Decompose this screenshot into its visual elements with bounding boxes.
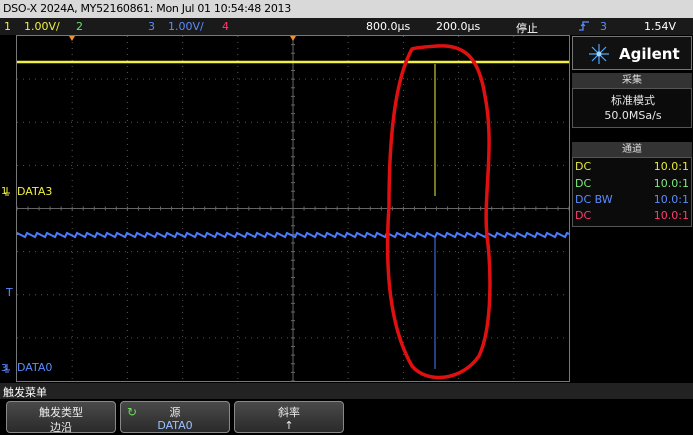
ch1-scale[interactable]: 1.00V/ <box>24 20 60 33</box>
status-bar: 1 1.00V/ 2 3 1.00V/ 4 800.0µs 200.0µs 停止… <box>0 18 693 35</box>
softkey-bar: 触发类型 边沿 ↻ 源 DATA0 斜率 ↑ <box>0 399 693 435</box>
waveform-display[interactable] <box>15 35 570 382</box>
trigger-position-marker <box>69 36 75 41</box>
softkey-source[interactable]: ↻ 源 DATA0 <box>120 401 230 433</box>
channel-row-4: DC 10.0:1 <box>575 209 689 222</box>
title-bar: DSO-X 2024A, MY52160861: Mon Jul 01 10:5… <box>0 0 693 18</box>
ch4-number[interactable]: 4 <box>222 20 229 33</box>
horizontal-delay[interactable]: 200.0µs <box>436 20 480 33</box>
trigger-edge-icon <box>578 20 590 35</box>
acquisition-box[interactable]: 标准模式 50.0MSa/s <box>572 88 692 128</box>
window-title: DSO-X 2024A, MY52160861: Mon Jul 01 10:5… <box>3 2 291 15</box>
ch2-number[interactable]: 2 <box>76 20 83 33</box>
trigger-level-marker[interactable]: T <box>6 286 13 299</box>
menu-title: 触发菜单 <box>3 386 47 399</box>
acquisition-header: 采集 <box>572 73 692 88</box>
acquisition-mode: 标准模式 <box>611 94 655 107</box>
ch1-label: DATA3 <box>17 185 53 198</box>
channel-row-3: DC BW 10.0:1 <box>575 193 689 206</box>
ch1-ground-marker[interactable]: 1 <box>0 180 16 200</box>
menu-title-bar: 触发菜单 <box>0 383 693 399</box>
right-info-panel: Agilent 采集 标准模式 50.0MSa/s 通道 DC 10.0:1 D… <box>572 36 692 382</box>
ch1-trace <box>15 60 569 64</box>
ch3-number[interactable]: 3 <box>148 20 155 33</box>
agilent-spark-icon <box>589 44 609 64</box>
channel-row-1: DC 10.0:1 <box>575 160 689 173</box>
trigger-level[interactable]: 1.54V <box>644 20 676 33</box>
trigger-source[interactable]: 3 <box>600 20 607 33</box>
ch1-number[interactable]: 1 <box>4 20 11 33</box>
run-state[interactable]: 停止 <box>516 20 538 36</box>
sample-rate: 50.0MSa/s <box>604 109 662 122</box>
brand-name: Agilent <box>619 45 680 63</box>
ch3-label: DATA0 <box>17 361 53 374</box>
channel-box[interactable]: DC 10.0:1 DC 10.0:1 DC BW 10.0:1 DC 10.0… <box>572 157 692 227</box>
softkey-trigger-type[interactable]: 触发类型 边沿 <box>6 401 116 434</box>
channel-header: 通道 <box>572 142 692 157</box>
ch3-ground-marker[interactable]: 3 <box>0 357 16 377</box>
annotation-circle <box>385 44 492 380</box>
delay-position-marker <box>290 36 296 41</box>
rising-edge-icon: ↑ <box>284 419 294 432</box>
channel-row-2: DC 10.0:1 <box>575 177 689 190</box>
ch3-scale[interactable]: 1.00V/ <box>168 20 204 33</box>
softkey-slope[interactable]: 斜率 ↑ <box>234 401 344 433</box>
timebase[interactable]: 800.0µs <box>366 20 410 33</box>
grid-svg <box>15 35 570 382</box>
brand-logo: Agilent <box>572 36 692 70</box>
